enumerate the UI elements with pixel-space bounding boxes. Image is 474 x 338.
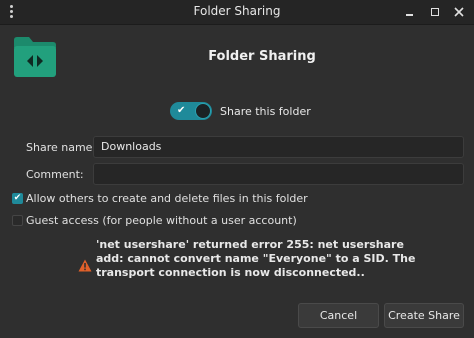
create-share-button[interactable]: Create Share [384,303,464,328]
guest-access-checkbox[interactable] [12,215,23,226]
header-title: Folder Sharing [208,49,316,64]
cancel-button[interactable]: Cancel [298,303,379,328]
comment-input[interactable] [93,163,464,185]
share-folder-label: Share this folder [220,105,311,118]
error-message: 'net usershare' returned error 255: net … [96,238,416,279]
comment-label: Comment: [26,168,84,181]
check-icon: ✔ [177,105,186,116]
title-bar: Folder Sharing [0,0,474,25]
close-icon [454,7,464,17]
share-folder-toggle[interactable]: ✔ [170,102,212,120]
toggle-knob [195,103,211,119]
allow-others-checkbox[interactable]: ✔ [12,193,23,204]
share-name-label: Share name: [26,141,97,154]
maximize-button[interactable] [426,3,444,21]
minimize-button[interactable] [400,3,418,21]
guest-access-label: Guest access (for people without a user … [26,214,297,227]
warning-icon [78,259,92,272]
minimize-icon [405,14,413,16]
share-name-input[interactable]: Downloads [93,136,464,158]
allow-others-label: Allow others to create and delete files … [26,192,308,205]
maximize-icon [431,8,439,16]
folder-share-icon [14,37,56,77]
close-button[interactable] [450,3,468,21]
